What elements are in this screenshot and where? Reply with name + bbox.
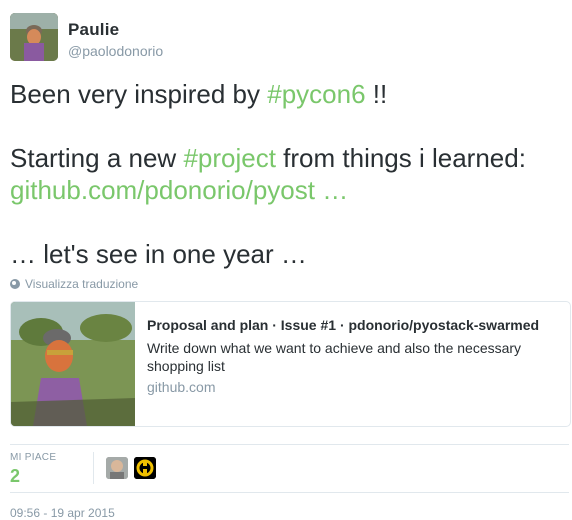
author-name[interactable]: Paulie xyxy=(68,20,119,40)
translate-link[interactable]: Visualizza traduzione xyxy=(10,277,138,291)
divider xyxy=(10,492,569,493)
tweet-line-2: Starting a new #project from things i le… xyxy=(10,142,565,174)
tweet-text-segment: Been very inspired by xyxy=(10,79,268,109)
liker-avatar-icon xyxy=(106,457,128,479)
tweet-text: Been very inspired by #pycon6 !! Startin… xyxy=(10,78,565,270)
divider xyxy=(10,444,569,445)
card-photo-icon xyxy=(11,302,135,426)
liker-logo-icon xyxy=(134,457,156,479)
globe-icon xyxy=(10,279,20,289)
stats-separator xyxy=(93,452,94,484)
hashtag-pycon6[interactable]: #pycon6 xyxy=(267,79,365,109)
liker-avatar[interactable] xyxy=(134,457,156,479)
card-domain: github.com xyxy=(147,379,216,395)
hashtag-project[interactable]: #project xyxy=(183,143,276,173)
tweet-header: Paulie @paolodonorio xyxy=(10,13,560,63)
author-handle[interactable]: @paolodonorio xyxy=(68,43,163,59)
likes-label: MI PIACE xyxy=(10,452,57,463)
tweet-text-segment: Starting a new xyxy=(10,143,184,173)
likes-count[interactable]: 2 xyxy=(10,466,20,487)
card-title[interactable]: Proposal and plan · Issue #1 · pdonorio/… xyxy=(147,317,539,333)
liker-avatar[interactable] xyxy=(106,457,128,479)
card-description: Write down what we want to achieve and a… xyxy=(147,340,522,374)
avatar-image-icon xyxy=(10,13,58,61)
author-avatar[interactable] xyxy=(10,13,58,61)
tweet-timestamp[interactable]: 09:56 - 19 apr 2015 xyxy=(10,506,115,520)
tweet-text-segment: !! xyxy=(365,79,388,109)
tweet-line-4: … let's see in one year … xyxy=(10,239,307,269)
translate-label: Visualizza traduzione xyxy=(25,277,139,291)
tweet-line-1: Been very inspired by #pycon6 !! xyxy=(10,78,565,110)
link-card[interactable]: Proposal and plan · Issue #1 · pdonorio/… xyxy=(10,301,571,427)
card-thumbnail xyxy=(11,302,135,426)
tweet-line-3: github.com/pdonorio/pyost … xyxy=(10,174,565,206)
tweet-url-link[interactable]: github.com/pdonorio/pyost … xyxy=(10,175,348,205)
tweet-text-segment: from things i learned: xyxy=(275,143,526,173)
